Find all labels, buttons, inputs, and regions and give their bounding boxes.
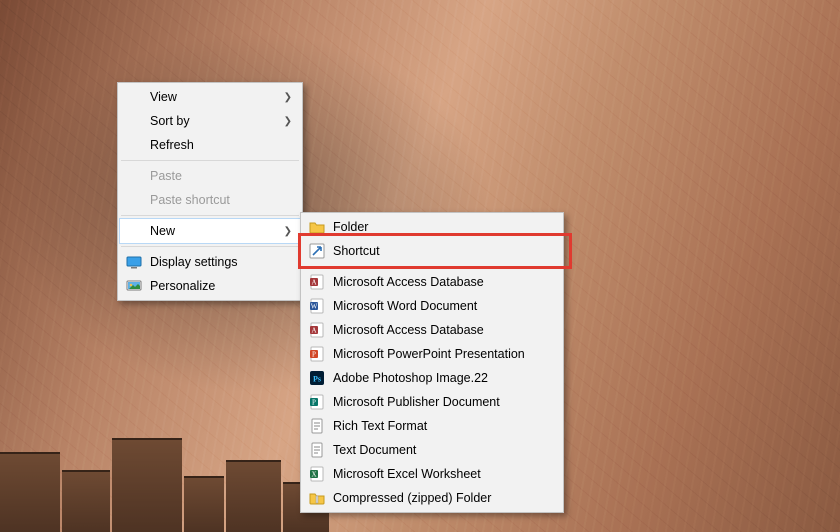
menu-label: Microsoft Word Document [333, 299, 477, 313]
access-icon: A [309, 322, 325, 338]
menu-refresh[interactable]: Refresh [120, 133, 300, 157]
new-microsoft-access-database[interactable]: A Microsoft Access Database [303, 318, 561, 342]
svg-text:P: P [312, 399, 316, 407]
menu-label: Microsoft Access Database [333, 323, 484, 337]
new-microsoft-powerpoint-presentation[interactable]: P Microsoft PowerPoint Presentation [303, 342, 561, 366]
menu-label: Microsoft Publisher Document [333, 395, 500, 409]
word-icon: W [309, 298, 325, 314]
chevron-right-icon: ❯ [284, 92, 292, 103]
menu-separator [121, 246, 299, 247]
menu-personalize[interactable]: Personalize [120, 274, 300, 298]
new-rich-text-format[interactable]: Rich Text Format [303, 414, 561, 438]
menu-paste-shortcut: Paste shortcut [120, 188, 300, 212]
menu-view[interactable]: View ❯ [120, 85, 300, 109]
shortcut-icon [309, 243, 325, 259]
new-folder[interactable]: Folder [303, 215, 561, 239]
desktop-context-menu: View ❯ Sort by ❯ Refresh Paste Paste sho… [117, 82, 303, 301]
new-shortcut[interactable]: Shortcut [303, 239, 561, 263]
new-microsoft-excel-worksheet[interactable]: X Microsoft Excel Worksheet [303, 462, 561, 486]
rtf-icon [309, 418, 325, 434]
menu-label: Paste [150, 169, 182, 183]
new-text-document[interactable]: Text Document [303, 438, 561, 462]
menu-label: Microsoft Excel Worksheet [333, 467, 481, 481]
menu-label: Sort by [150, 114, 190, 128]
menu-label: Refresh [150, 138, 194, 152]
menu-label: View [150, 90, 177, 104]
excel-icon: X [309, 466, 325, 482]
menu-label: Folder [333, 220, 368, 234]
menu-separator [121, 215, 299, 216]
menu-label: Shortcut [333, 244, 380, 258]
menu-display-settings[interactable]: Display settings [120, 250, 300, 274]
powerpoint-icon: P [309, 346, 325, 362]
menu-label: Text Document [333, 443, 416, 457]
menu-separator [304, 266, 560, 267]
display-settings-icon [126, 254, 142, 270]
chevron-right-icon: ❯ [284, 116, 292, 127]
svg-text:W: W [311, 303, 318, 311]
access-icon: A [309, 274, 325, 290]
menu-label: Adobe Photoshop Image.22 [333, 371, 488, 385]
new-compressed-zipped-folder[interactable]: Compressed (zipped) Folder [303, 486, 561, 510]
zip-icon [309, 490, 325, 506]
menu-label: Compressed (zipped) Folder [333, 491, 491, 505]
folder-icon [309, 219, 325, 235]
menu-label: Personalize [150, 279, 215, 293]
svg-text:P: P [312, 351, 316, 359]
menu-paste: Paste [120, 164, 300, 188]
new-adobe-photoshop-image-22[interactable]: Ps Adobe Photoshop Image.22 [303, 366, 561, 390]
menu-label: Paste shortcut [150, 193, 230, 207]
menu-new[interactable]: New ❯ [120, 219, 300, 243]
personalize-icon [126, 278, 142, 294]
menu-label: New [150, 224, 175, 238]
chevron-right-icon: ❯ [284, 226, 292, 237]
menu-sort-by[interactable]: Sort by ❯ [120, 109, 300, 133]
publisher-icon: P [309, 394, 325, 410]
svg-text:A: A [311, 327, 316, 335]
menu-label: Rich Text Format [333, 419, 427, 433]
menu-label: Microsoft PowerPoint Presentation [333, 347, 525, 361]
new-microsoft-word-document[interactable]: W Microsoft Word Document [303, 294, 561, 318]
new-submenu: Folder Shortcut A Microsoft Access Database… [300, 212, 564, 513]
menu-label: Microsoft Access Database [333, 275, 484, 289]
new-microsoft-access-database[interactable]: A Microsoft Access Database [303, 270, 561, 294]
svg-text:A: A [311, 279, 316, 287]
new-microsoft-publisher-document[interactable]: P Microsoft Publisher Document [303, 390, 561, 414]
svg-text:Ps: Ps [313, 375, 321, 384]
svg-text:X: X [311, 471, 316, 479]
menu-label: Display settings [150, 255, 238, 269]
text-icon [309, 442, 325, 458]
menu-separator [121, 160, 299, 161]
photoshop-icon: Ps [309, 370, 325, 386]
